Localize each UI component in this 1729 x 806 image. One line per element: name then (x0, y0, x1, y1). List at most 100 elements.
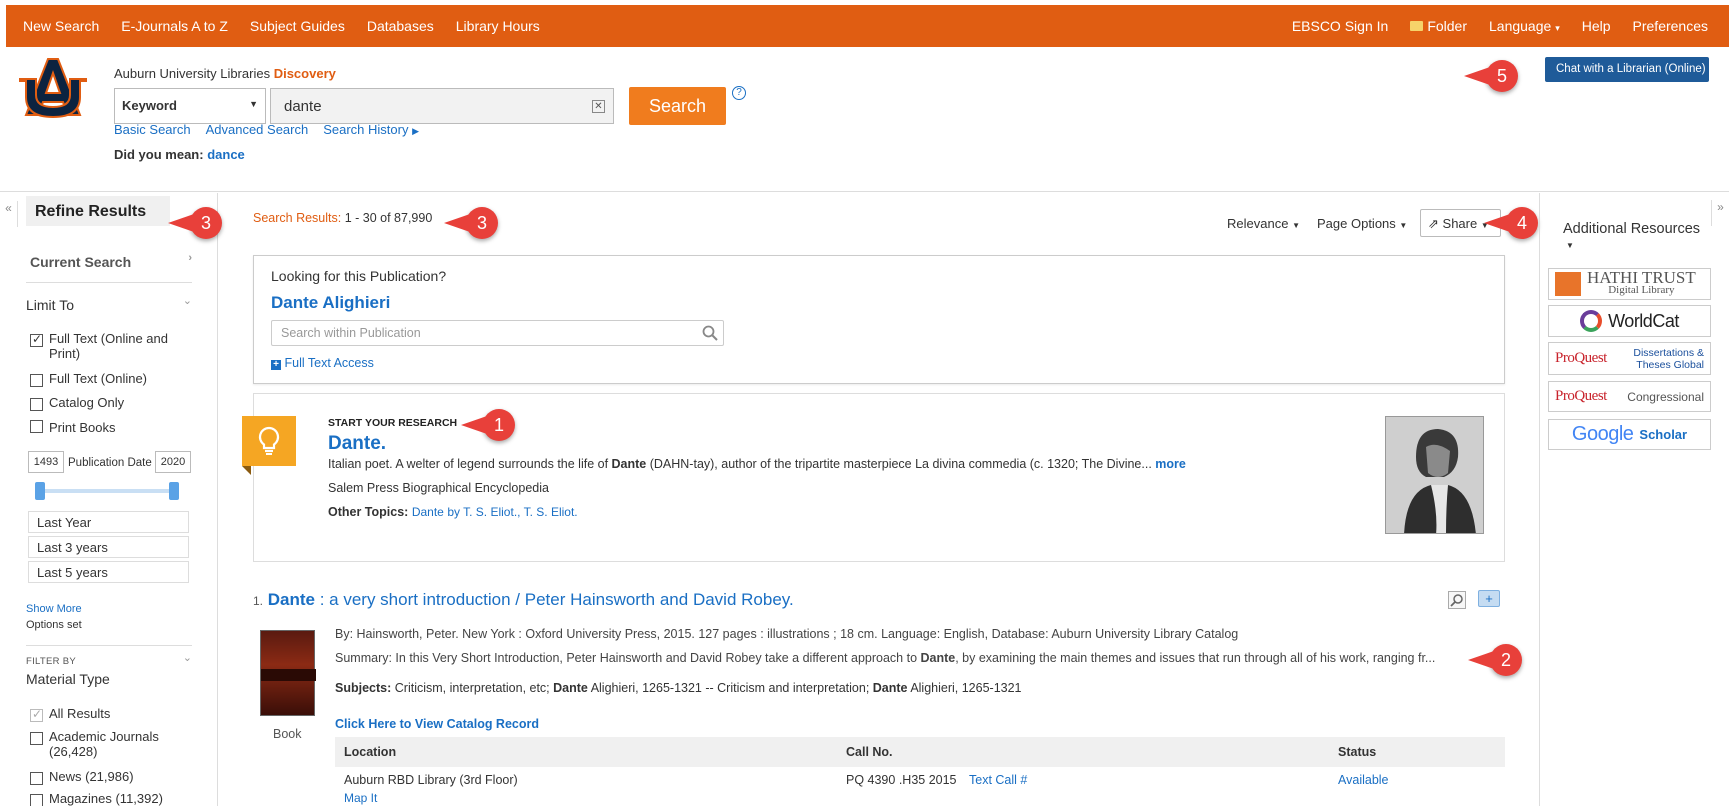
collapse-left-icon[interactable]: « (0, 201, 18, 227)
status-available-link[interactable]: Available (1338, 773, 1389, 787)
field-select-value: Keyword (122, 98, 177, 113)
dante-portrait[interactable] (1385, 416, 1484, 534)
nav-signin[interactable]: EBSCO Sign In (1292, 18, 1389, 34)
date-to-input[interactable]: 2020 (155, 451, 191, 473)
clear-icon[interactable]: ✕ (592, 100, 605, 113)
format-label: Book (273, 727, 302, 741)
worldcat-resource[interactable]: WorldCat (1548, 305, 1711, 337)
type-label: News (21,986) (49, 769, 134, 784)
text-call-link[interactable]: Text Call # (969, 773, 1027, 787)
help-icon[interactable]: ? (732, 86, 746, 100)
subject-link[interactable]: Criticism, interpretation, etc; (395, 681, 550, 695)
nav-preferences[interactable]: Preferences (1633, 18, 1708, 34)
nav-folder[interactable]: Folder (1410, 18, 1467, 34)
research-title-link[interactable]: Dante. (328, 433, 386, 455)
other-topics-label: Other Topics: (328, 505, 409, 519)
type-all-results[interactable]: All Results (30, 706, 110, 722)
magnifier-icon (1450, 594, 1463, 607)
limit-catalog-only[interactable]: Catalog Only (30, 395, 124, 411)
research-more-link[interactable]: more (1155, 457, 1186, 471)
checkbox[interactable] (30, 420, 43, 433)
subject-link[interactable]: Alighieri, 1265-1321 (910, 681, 1021, 695)
filter-by-label: Filter By (26, 656, 77, 667)
type-magazines[interactable]: Magazines (11,392) (30, 791, 163, 806)
checkbox[interactable] (30, 707, 43, 722)
advanced-search-link[interactable]: Advanced Search (206, 122, 309, 137)
show-more-link[interactable]: Show More (26, 603, 82, 615)
proquest-diss-line2: Theses Global (1636, 358, 1704, 371)
chat-button[interactable]: Chat with a Librarian (Online) (1545, 57, 1709, 82)
nav-subject-guides[interactable]: Subject Guides (250, 18, 345, 34)
hathitrust-resource[interactable]: HATHI TRUST Digital Library (1548, 268, 1711, 300)
full-text-access[interactable]: + Full Text Access (271, 356, 374, 370)
nav-library-hours[interactable]: Library Hours (456, 18, 540, 34)
current-search-toggle[interactable]: Current Search › (30, 252, 192, 270)
type-academic-journals[interactable]: Academic Journals (26,428) (30, 729, 180, 759)
nav-help[interactable]: Help (1582, 18, 1611, 34)
result-summary: Summary: In this Very Short Introduction… (335, 651, 1435, 665)
subjects-label: Subjects: (335, 681, 392, 695)
result-title[interactable]: 1. Dante : a very short introduction / P… (253, 590, 794, 610)
limit-fulltext-online-print[interactable]: Full Text (Online and Print) (30, 331, 180, 361)
last-5-years-option[interactable]: Last 5 years (28, 561, 189, 583)
nav-new-search[interactable]: New Search (23, 18, 99, 34)
add-to-folder-icon[interactable]: + (1478, 590, 1500, 607)
page-options-dropdown[interactable]: Page Options ▼ (1317, 216, 1407, 231)
checkbox[interactable] (30, 772, 43, 785)
hathitrust-logo-icon (1555, 272, 1581, 296)
last-3-years-option[interactable]: Last 3 years (28, 536, 189, 558)
google-scholar-resource[interactable]: Google Scholar (1548, 419, 1711, 450)
research-source: Salem Press Biographical Encyclopedia (328, 481, 549, 495)
search-icon[interactable] (702, 325, 718, 341)
publication-title-link[interactable]: Dante Alighieri (271, 293, 390, 313)
results-label: Search Results: (253, 211, 342, 225)
did-you-mean-link[interactable]: dance (207, 147, 245, 162)
catalog-record-link[interactable]: Click Here to View Catalog Record (335, 717, 539, 731)
expand-right-icon[interactable]: » (1711, 200, 1729, 226)
research-desc-text: Italian poet. A welter of legend surroun… (328, 457, 612, 471)
checkbox[interactable] (30, 794, 43, 806)
search-button[interactable]: Search (629, 87, 726, 125)
book-cover[interactable] (260, 630, 316, 716)
checkbox[interactable] (30, 332, 43, 347)
result-title-text: : a very short introduction / Peter Hain… (314, 590, 794, 609)
additional-resources-title: Additional Resources (1563, 221, 1701, 237)
search-within-publication-input[interactable]: Search within Publication (271, 320, 724, 346)
date-slider-handle-min[interactable] (35, 482, 45, 500)
sort-relevance-dropdown[interactable]: Relevance ▼ (1227, 216, 1300, 231)
other-topic-link[interactable]: by T. S. Eliot. (447, 505, 517, 519)
search-history-link[interactable]: Search History ▶ (323, 122, 419, 137)
type-news[interactable]: News (21,986) (30, 769, 134, 785)
map-it-link[interactable]: Map It (344, 791, 377, 805)
basic-search-link[interactable]: Basic Search (114, 122, 191, 137)
lightbulb-tile (242, 416, 296, 466)
limit-print-books[interactable]: Print Books (30, 420, 115, 435)
chevron-right-icon: › (188, 252, 192, 264)
summary-text: Summary: In this Very Short Introduction… (335, 651, 921, 665)
result-number: 1. (253, 594, 264, 608)
other-topic-link[interactable]: Dante (412, 505, 444, 519)
last-year-option[interactable]: Last Year (28, 511, 189, 533)
date-slider-track[interactable] (38, 489, 176, 493)
caret-down-icon: ▼ (1292, 221, 1300, 230)
date-from-input[interactable]: 1493 (28, 451, 64, 473)
checkbox[interactable] (30, 398, 43, 411)
limit-to-toggle[interactable]: Limit To ⌄ (26, 295, 192, 313)
material-type-toggle[interactable]: Material Type ⌄ (26, 652, 192, 687)
subject-link[interactable]: Alighieri, 1265-1321 -- Criticism and in… (591, 681, 870, 695)
checkbox[interactable] (30, 732, 43, 745)
checkbox[interactable] (30, 374, 43, 387)
other-topic-link[interactable]: , T. S. Eliot. (517, 505, 577, 519)
nav-databases[interactable]: Databases (367, 18, 434, 34)
search-header: Auburn University Libraries Discovery Ke… (0, 47, 1729, 192)
proquest-dissertations-resource[interactable]: ProQuest Dissertations & Theses Global (1548, 342, 1711, 375)
date-slider-handle-max[interactable] (169, 482, 179, 500)
preview-icon[interactable] (1448, 591, 1466, 609)
nav-ejournals[interactable]: E-Journals A to Z (121, 18, 228, 34)
search-input[interactable]: dante ✕ (270, 88, 614, 124)
proquest-congressional-resource[interactable]: ProQuest Congressional (1548, 381, 1711, 412)
result-meta: By: Hainsworth, Peter. New York : Oxford… (335, 627, 1239, 641)
limit-fulltext-online[interactable]: Full Text (Online) (30, 371, 147, 387)
nav-language[interactable]: Language ▾ (1489, 18, 1560, 34)
field-select[interactable]: Keyword ▼ (114, 88, 266, 124)
